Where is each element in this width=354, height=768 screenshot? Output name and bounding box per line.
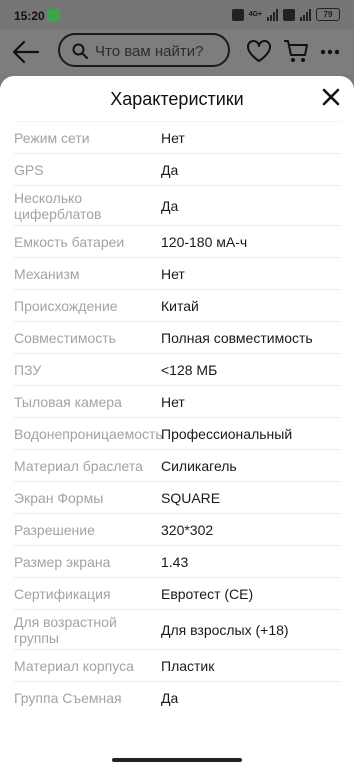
- status-bar: 15:20 4G+ 79: [0, 0, 354, 30]
- spec-label: Для возрастной группы: [14, 613, 117, 646]
- spec-value: Китай: [161, 297, 199, 314]
- spec-row: Материал корпуса Пластик: [14, 649, 340, 681]
- sheet-title: Характеристики: [110, 89, 244, 109]
- spec-value: Нет: [161, 129, 185, 146]
- heart-icon[interactable]: [246, 39, 272, 68]
- network-type: 4G+: [248, 11, 262, 18]
- app-header: Что вам найти?: [0, 30, 354, 74]
- spec-label: Тыловая камера: [14, 393, 122, 410]
- spec-label: Размер экрана: [14, 553, 111, 570]
- spec-row: Разрешение 320*302: [14, 513, 340, 545]
- notification-icon: [47, 9, 60, 22]
- spec-row: Совместимость Полная совместимость: [14, 321, 340, 353]
- spec-label: Несколько циферблатов: [14, 189, 102, 222]
- spec-value: Евротест (CE): [161, 585, 254, 602]
- spec-label: Группа Съемная: [14, 689, 122, 706]
- spec-row: Для возрастной группы Для взрослых (+18): [14, 609, 340, 649]
- spec-label: Механизм: [14, 265, 80, 282]
- spec-value: SQUARE: [161, 489, 221, 506]
- spec-label: Водонепроницаемость: [14, 425, 163, 442]
- home-indicator[interactable]: [112, 758, 242, 762]
- spec-value: Нет: [161, 265, 185, 282]
- spec-value: Да: [161, 197, 179, 214]
- search-placeholder: Что вам найти?: [95, 43, 204, 60]
- spec-value: Пластик: [161, 657, 215, 674]
- spec-value: Полная совместимость: [161, 329, 313, 346]
- status-time: 15:20: [14, 9, 45, 23]
- spec-list: Режим сети Нет GPS Да Несколько циферблатов Д…: [14, 121, 340, 713]
- spec-row: Режим сети Нет: [14, 121, 340, 153]
- spec-row: Водонепроницаемость Профессиональный: [14, 417, 340, 449]
- spec-row: Несколько циферблатов Да: [14, 185, 340, 225]
- hd-icon: [231, 8, 244, 21]
- spec-label: Материал браслета: [14, 457, 143, 474]
- spec-label: Режим сети: [14, 129, 90, 146]
- spec-value: <128 МБ: [161, 361, 218, 378]
- signal-icon: [267, 8, 278, 21]
- more-icon[interactable]: [320, 42, 340, 60]
- spec-row: Размер экрана 1.43: [14, 545, 340, 577]
- spec-label: Емкость батареи: [14, 233, 125, 250]
- spec-value: Силикагель: [161, 457, 237, 474]
- spec-row: Экран Формы SQUARE: [14, 481, 340, 513]
- spec-row: Механизм Нет: [14, 257, 340, 289]
- spec-value: 320*302: [161, 521, 214, 538]
- spec-value: Да: [161, 161, 179, 178]
- spec-value: 1.43: [161, 553, 189, 570]
- spec-label: Происхождение: [14, 297, 118, 314]
- spec-row: ПЗУ <128 МБ: [14, 353, 340, 385]
- back-arrow-icon[interactable]: [12, 39, 40, 65]
- spec-value: Профессиональный: [161, 425, 293, 442]
- spec-row: GPS Да: [14, 153, 340, 185]
- spec-value: Да: [161, 689, 179, 706]
- spec-row: Группа Съемная Да: [14, 681, 340, 713]
- spec-label: Материал корпуса: [14, 657, 134, 674]
- spec-row: Тыловая камера Нет: [14, 385, 340, 417]
- spec-value: 120-180 мА-ч: [161, 233, 248, 250]
- close-icon[interactable]: [320, 86, 342, 108]
- search-input[interactable]: Что вам найти?: [58, 33, 230, 67]
- hd-icon-2: [283, 8, 295, 21]
- battery-icon: 79: [316, 8, 340, 21]
- spec-row: Сертификация Евротест (CE): [14, 577, 340, 609]
- spec-label: ПЗУ: [14, 361, 42, 378]
- search-icon: [72, 43, 88, 64]
- status-icons: 4G+ 79: [231, 8, 340, 21]
- spec-row: Емкость батареи 120-180 мА-ч: [14, 225, 340, 257]
- spec-value: Нет: [161, 393, 185, 410]
- spec-label: GPS: [14, 161, 44, 178]
- signal-icon-2: [300, 8, 311, 21]
- cart-icon[interactable]: [283, 38, 309, 69]
- spec-label: Сертификация: [14, 585, 111, 602]
- spec-label: Совместимость: [14, 329, 116, 346]
- spec-value: Для взрослых (+18): [161, 621, 289, 638]
- spec-row: Материал браслета Силикагель: [14, 449, 340, 481]
- spec-label: Экран Формы: [14, 489, 104, 506]
- spec-row: Происхождение Китай: [14, 289, 340, 321]
- characteristics-sheet: Характеристики Режим сети Нет GPS Да Несколь…: [0, 76, 354, 768]
- spec-label: Разрешение: [14, 521, 95, 538]
